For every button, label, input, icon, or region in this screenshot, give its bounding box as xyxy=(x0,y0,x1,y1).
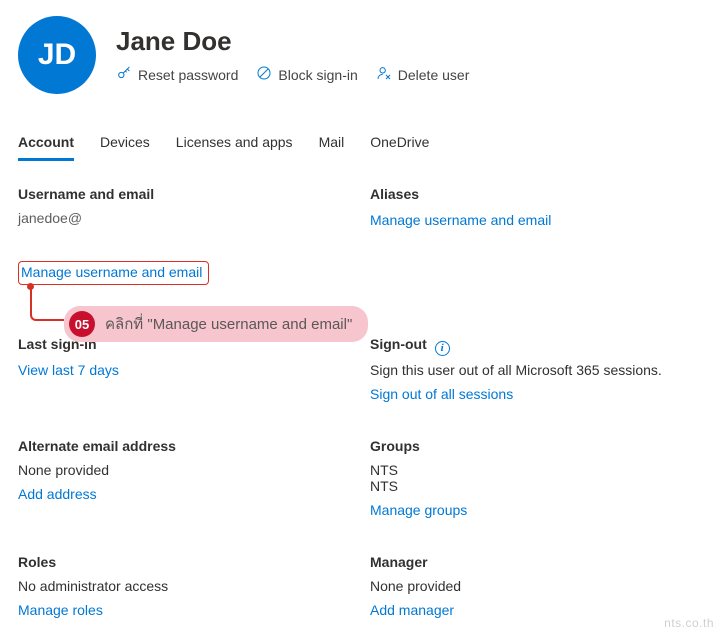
tab-account[interactable]: Account xyxy=(18,128,74,161)
highlighted-manage-username-link[interactable]: Manage username and email xyxy=(18,261,209,285)
manage-roles-link[interactable]: Manage roles xyxy=(18,602,103,618)
manager-value: None provided xyxy=(370,578,702,594)
callout-dot xyxy=(27,283,34,290)
watermark: nts.co.th xyxy=(664,616,714,630)
reset-password-button[interactable]: Reset password xyxy=(116,65,238,84)
section-heading: Aliases xyxy=(370,186,702,202)
group-item: NTS xyxy=(370,478,702,494)
avatar-initials: JD xyxy=(38,38,76,72)
section-heading: Sign-out i xyxy=(370,336,702,354)
delete-user-label: Delete user xyxy=(398,67,470,83)
block-signin-button[interactable]: Block sign-in xyxy=(256,65,357,84)
tabs: Account Devices Licenses and apps Mail O… xyxy=(18,128,702,160)
section-heading: Alternate email address xyxy=(18,438,350,454)
manage-groups-link[interactable]: Manage groups xyxy=(370,502,467,518)
section-manager: Manager None provided Add manager xyxy=(370,554,702,618)
tab-mail[interactable]: Mail xyxy=(319,128,345,160)
user-header: JD Jane Doe Reset password Block sign-in xyxy=(18,16,702,94)
tab-onedrive[interactable]: OneDrive xyxy=(370,128,429,160)
sign-out-heading-text: Sign-out xyxy=(370,336,427,352)
section-sign-out: Sign-out i Sign this user out of all Mic… xyxy=(370,336,702,402)
callout-connector xyxy=(30,286,64,321)
section-heading: Username and email xyxy=(18,186,350,202)
group-item: NTS xyxy=(370,462,702,478)
delete-user-icon xyxy=(376,65,392,84)
manage-username-email-link[interactable]: Manage username and email xyxy=(21,264,202,280)
section-roles: Roles No administrator access Manage rol… xyxy=(18,554,350,618)
add-manager-link[interactable]: Add manager xyxy=(370,602,454,618)
callout-pill: 05 คลิกที่ "Manage username and email" xyxy=(64,306,368,342)
section-groups: Groups NTS NTS Manage groups xyxy=(370,438,702,518)
account-grid: Username and email janedoe@ Aliases Mana… xyxy=(18,186,702,618)
tab-licenses[interactable]: Licenses and apps xyxy=(176,128,293,160)
add-address-link[interactable]: Add address xyxy=(18,486,97,502)
user-display-name: Jane Doe xyxy=(116,26,469,57)
section-heading: Roles xyxy=(18,554,350,570)
delete-user-button[interactable]: Delete user xyxy=(376,65,470,84)
callout-text: คลิกที่ "Manage username and email" xyxy=(105,312,352,336)
reset-password-label: Reset password xyxy=(138,67,238,83)
tab-devices[interactable]: Devices xyxy=(100,128,150,160)
section-heading: Groups xyxy=(370,438,702,454)
info-icon[interactable]: i xyxy=(435,341,450,356)
header-right: Jane Doe Reset password Block sign-in De… xyxy=(116,26,469,84)
section-last-signin: Last sign-in View last 7 days xyxy=(18,336,350,402)
section-heading: Manager xyxy=(370,554,702,570)
callout-step-number: 05 xyxy=(69,311,95,337)
manage-aliases-link[interactable]: Manage username and email xyxy=(370,212,551,228)
section-aliases: Aliases Manage username and email xyxy=(370,186,702,300)
roles-value: No administrator access xyxy=(18,578,350,594)
alt-email-value: None provided xyxy=(18,462,350,478)
block-signin-label: Block sign-in xyxy=(278,67,357,83)
username-email-value: janedoe@ xyxy=(18,210,350,226)
avatar: JD xyxy=(18,16,96,94)
section-alt-email: Alternate email address None provided Ad… xyxy=(18,438,350,518)
annotation-callout: 05 คลิกที่ "Manage username and email" xyxy=(30,286,400,328)
key-icon xyxy=(116,65,132,84)
block-icon xyxy=(256,65,272,84)
sign-out-all-link[interactable]: Sign out of all sessions xyxy=(370,386,513,402)
header-actions: Reset password Block sign-in Delete user xyxy=(116,65,469,84)
sign-out-desc: Sign this user out of all Microsoft 365 … xyxy=(370,362,702,378)
view-last-7-days-link[interactable]: View last 7 days xyxy=(18,362,119,378)
